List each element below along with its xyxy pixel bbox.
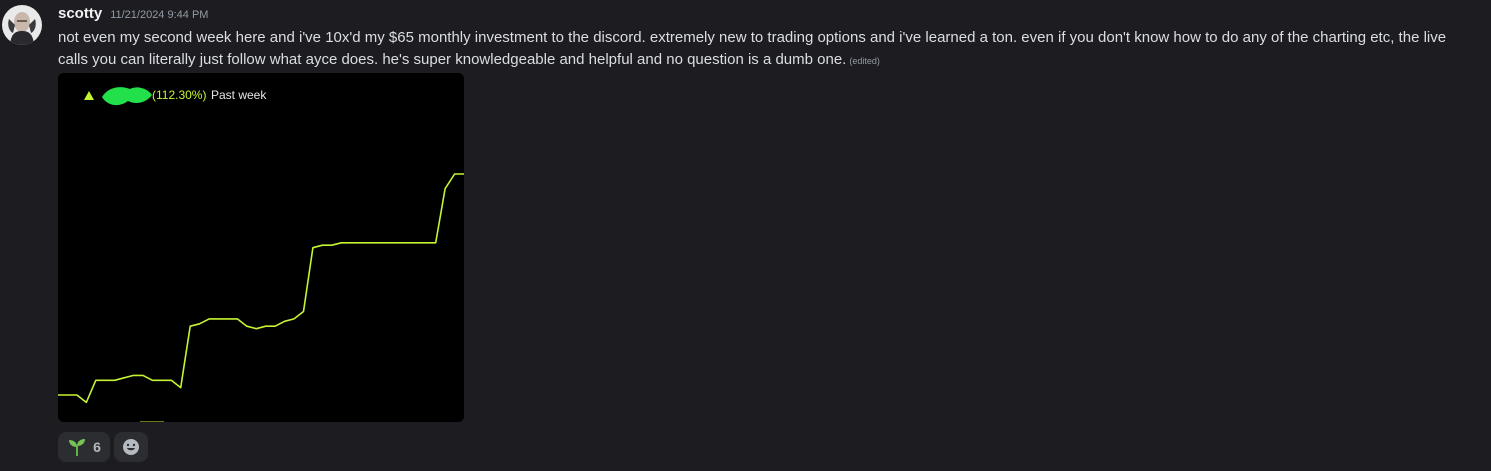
message-content: scotty 11/21/2024 9:44 PM not even my se… (58, 5, 1481, 462)
edited-label: (edited) (849, 56, 880, 66)
reactions-bar: 6 (58, 432, 148, 462)
add-reaction-button[interactable] (114, 432, 148, 462)
seedling-icon (69, 439, 86, 456)
period-label: Past week (211, 88, 267, 102)
reaction-seedling[interactable]: 6 (58, 432, 110, 462)
chat-message: scotty 11/21/2024 9:44 PM not even my se… (0, 0, 1491, 471)
message-timestamp: 11/21/2024 9:44 PM (110, 9, 209, 21)
avatar[interactable] (2, 5, 42, 45)
reaction-count: 6 (93, 439, 101, 455)
smiley-icon (123, 439, 139, 455)
image-attachment[interactable]: (112.30%) Past week (58, 73, 464, 422)
portfolio-chart: (112.30%) Past week (58, 73, 464, 422)
message-header: scotty 11/21/2024 9:44 PM (58, 5, 1481, 27)
message-text: not even my second week here and i've 10… (58, 29, 1447, 68)
username[interactable]: scotty (58, 5, 102, 22)
message-body: not even my second week here and i've 10… (58, 27, 1478, 72)
change-percent-label: (112.30%) (152, 88, 206, 102)
